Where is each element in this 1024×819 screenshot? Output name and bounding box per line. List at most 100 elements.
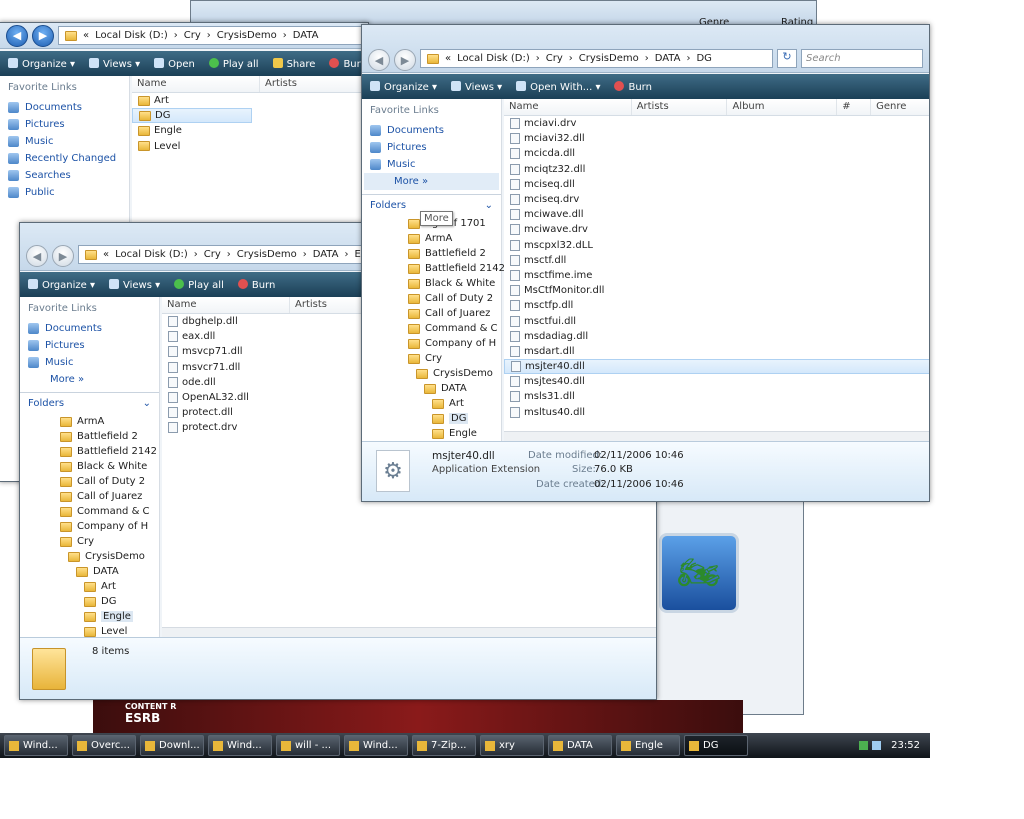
- address-part[interactable]: Local Disk (D:): [457, 53, 530, 64]
- taskbar-button[interactable]: Wind...: [4, 735, 68, 756]
- more-link[interactable]: More »: [20, 371, 159, 388]
- address-part[interactable]: Cry: [204, 249, 221, 260]
- column-genre[interactable]: Genre: [871, 99, 929, 115]
- taskbar-button[interactable]: will - ...: [276, 735, 340, 756]
- forward-button[interactable]: ▶: [394, 49, 416, 71]
- tree-item[interactable]: Cry: [60, 534, 159, 549]
- tree-item[interactable]: CrysisDemo: [60, 549, 159, 564]
- file-row[interactable]: msctfui.dll: [504, 313, 929, 328]
- refresh-button[interactable]: ↻: [777, 49, 797, 68]
- open-button[interactable]: Open: [154, 57, 195, 70]
- back-button[interactable]: ◀: [26, 245, 48, 267]
- nav-link-recently-changed[interactable]: Recently Changed: [0, 150, 129, 167]
- taskbar-button[interactable]: xry: [480, 735, 544, 756]
- file-row[interactable]: mciseq.dll: [504, 177, 929, 192]
- burn-button[interactable]: Burn: [614, 80, 652, 93]
- column-name[interactable]: Name: [132, 76, 260, 92]
- column-name[interactable]: Name: [162, 297, 290, 313]
- address-sep[interactable]: ›: [194, 249, 198, 260]
- tree-item[interactable]: Call of Duty 2: [408, 291, 501, 306]
- tree-item-selected[interactable]: DG: [408, 411, 501, 426]
- explorer-window-dg[interactable]: ◀ ▶ « Local Disk (D:) › Cry › CrysisDemo…: [361, 24, 930, 502]
- tree-item[interactable]: Call of Duty 2: [60, 474, 159, 489]
- address-sep[interactable]: ›: [686, 53, 690, 64]
- taskbar-button[interactable]: DG: [684, 735, 748, 756]
- column-album[interactable]: Album: [727, 99, 838, 115]
- tree-item[interactable]: Battlefield 2142: [408, 261, 505, 276]
- tree-item[interactable]: Company of H: [60, 519, 159, 534]
- address-sep[interactable]: ›: [207, 30, 211, 41]
- file-row[interactable]: msctfp.dll: [504, 298, 929, 313]
- horizontal-scrollbar[interactable]: [504, 431, 929, 441]
- taskbar-button[interactable]: Overc...: [72, 735, 136, 756]
- address-part[interactable]: DATA: [313, 249, 339, 260]
- tree-item[interactable]: Art: [60, 579, 159, 594]
- file-row[interactable]: mscpxl32.dLL: [504, 238, 929, 253]
- file-row[interactable]: mciwave.dll: [504, 207, 929, 222]
- back-button[interactable]: ◀: [6, 24, 28, 47]
- network-icon[interactable]: [859, 741, 869, 750]
- play-all-button[interactable]: Play all: [174, 278, 224, 291]
- nav-link-music[interactable]: Music: [362, 156, 501, 173]
- address-part[interactable]: Local Disk (D:): [95, 30, 168, 41]
- address-part[interactable]: CrysisDemo: [237, 249, 297, 260]
- tree-item[interactable]: DG: [60, 594, 159, 609]
- nav-link-documents[interactable]: Documents: [362, 122, 501, 139]
- address-part[interactable]: DATA: [293, 30, 319, 41]
- tree-item[interactable]: Engle: [408, 426, 501, 441]
- address-sep[interactable]: ›: [344, 249, 348, 260]
- volume-icon[interactable]: [872, 741, 882, 750]
- file-row[interactable]: msctf.dll: [504, 253, 929, 268]
- column-artists[interactable]: Artists: [632, 99, 728, 115]
- tree-item[interactable]: Cry: [408, 351, 501, 366]
- taskbar-button[interactable]: Wind...: [344, 735, 408, 756]
- tree-item[interactable]: Art: [408, 396, 501, 411]
- taskbar-button[interactable]: Downl...: [140, 735, 204, 756]
- taskbar-button[interactable]: DATA: [548, 735, 612, 756]
- tree-item[interactable]: Call of Juarez: [60, 489, 159, 504]
- file-row[interactable]: mciwave.drv: [504, 222, 929, 237]
- file-row[interactable]: msltus40.dll: [504, 405, 929, 420]
- burn-button[interactable]: Burn: [237, 278, 275, 291]
- file-row[interactable]: mciqtz32.dll: [504, 162, 929, 177]
- tree-item[interactable]: DATA: [408, 381, 501, 396]
- tree-item[interactable]: DATA: [60, 564, 159, 579]
- address-bar[interactable]: « Local Disk (D:) › Cry › CrysisDemo › D…: [58, 26, 362, 45]
- file-row[interactable]: msdadiag.dll: [504, 329, 929, 344]
- file-row[interactable]: mciavi.drv: [504, 116, 929, 131]
- nav-link-music[interactable]: Music: [0, 133, 129, 150]
- taskbar-button[interactable]: 7-Zip...: [412, 735, 476, 756]
- address-sep[interactable]: ›: [227, 249, 231, 260]
- address-sep[interactable]: ›: [303, 249, 307, 260]
- nav-link-public[interactable]: Public: [0, 184, 129, 201]
- file-row[interactable]: mciavi32.dll: [504, 131, 929, 146]
- tree-item[interactable]: ArmA: [408, 231, 501, 246]
- taskbar-button[interactable]: Wind...: [208, 735, 272, 756]
- tree-item[interactable]: Call of Juarez: [408, 306, 501, 321]
- address-part[interactable]: Cry: [184, 30, 201, 41]
- file-row[interactable]: mcicda.dll: [504, 146, 929, 161]
- folder-row[interactable]: Level: [132, 139, 368, 154]
- address-sep[interactable]: ›: [174, 30, 178, 41]
- tree-item[interactable]: Battlefield 2: [408, 246, 501, 261]
- search-input[interactable]: Search: [801, 49, 923, 68]
- nav-link-documents[interactable]: Documents: [20, 320, 159, 337]
- address-part[interactable]: CrysisDemo: [579, 53, 639, 64]
- tree-item[interactable]: Command & C: [60, 504, 159, 519]
- address-part[interactable]: CrysisDemo: [217, 30, 277, 41]
- file-row[interactable]: msls31.dll: [504, 389, 929, 404]
- tree-item-selected[interactable]: Engle: [60, 609, 159, 624]
- nav-link-pictures[interactable]: Pictures: [0, 116, 129, 133]
- column-number[interactable]: #: [837, 99, 872, 115]
- file-row[interactable]: msdart.dll: [504, 344, 929, 359]
- address-part[interactable]: Cry: [546, 53, 563, 64]
- forward-button[interactable]: ▶: [32, 24, 54, 47]
- address-part[interactable]: DATA: [655, 53, 681, 64]
- forward-button[interactable]: ▶: [52, 245, 74, 267]
- folders-header[interactable]: Folders ⌄: [20, 392, 159, 414]
- address-bar[interactable]: « Local Disk (D:) › Cry › CrysisDemo › D…: [420, 49, 773, 68]
- nav-link-music[interactable]: Music: [20, 354, 159, 371]
- play-all-button[interactable]: Play all: [208, 57, 259, 70]
- file-row[interactable]: msctfime.ime: [504, 268, 929, 283]
- address-part[interactable]: DG: [696, 53, 711, 64]
